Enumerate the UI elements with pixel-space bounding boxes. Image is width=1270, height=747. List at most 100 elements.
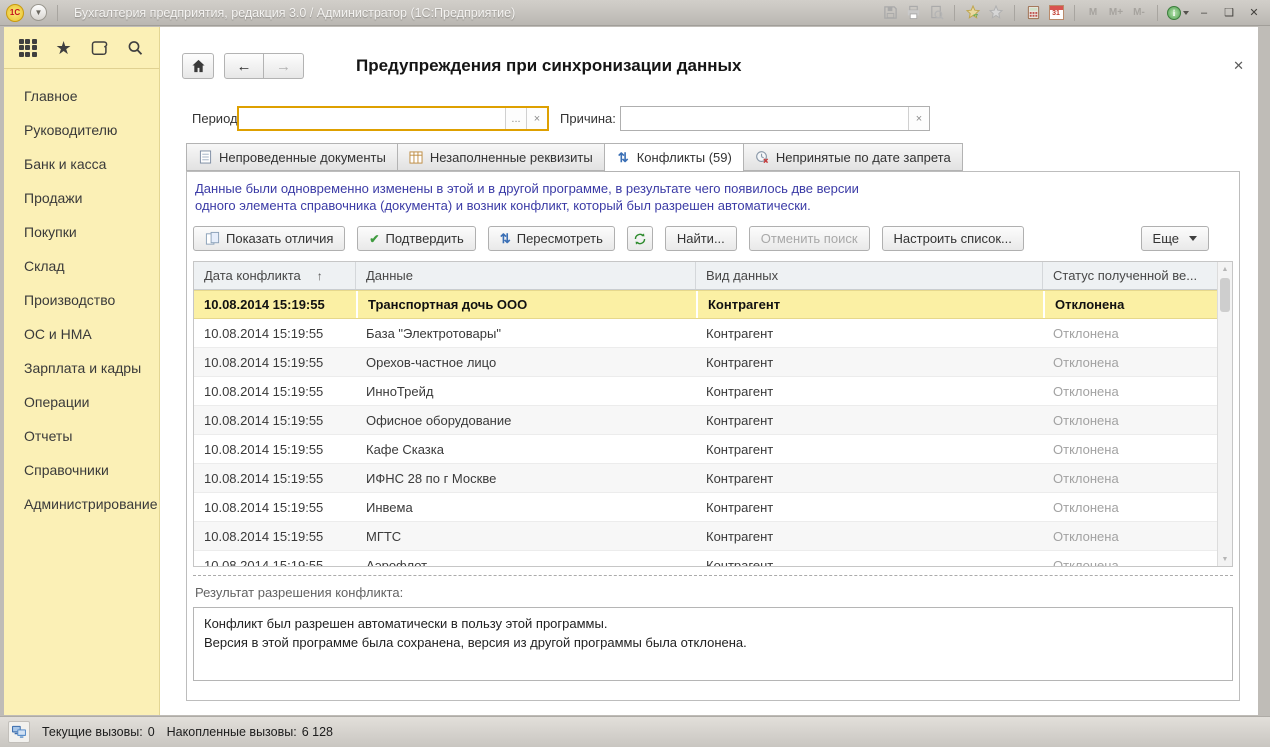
sort-ascending-icon: ↑ (317, 269, 323, 283)
tab-rejected-by-date[interactable]: Непринятые по дате запрета (744, 143, 963, 171)
maximize-button[interactable]: ❑ (1219, 4, 1239, 22)
refresh-button[interactable] (627, 226, 653, 251)
tab-conflicts[interactable]: ⇅ Конфликты (59) (604, 143, 744, 172)
main-menu-button[interactable]: ▼ (30, 4, 47, 21)
sidebar-item-2[interactable]: Банк и касса (4, 147, 159, 181)
button-label: Показать отличия (226, 231, 333, 246)
cell-status: Отклонена (1043, 435, 1217, 463)
1c-logo-icon[interactable]: 1С (6, 4, 24, 22)
cancel-search-button: Отменить поиск (749, 226, 870, 251)
print-preview-icon[interactable] (927, 4, 945, 22)
back-button[interactable]: ← (224, 53, 264, 79)
table-row[interactable]: 10.08.2014 15:19:55МГТСКонтрагентОтклоне… (194, 522, 1217, 551)
review-button[interactable]: ⇅ Пересмотреть (488, 226, 615, 251)
sidebar-item-0[interactable]: Главное (4, 79, 159, 113)
period-field: ... × (237, 106, 549, 131)
close-button[interactable]: ✕ (1244, 4, 1264, 22)
calendar-icon[interactable]: 31 (1047, 4, 1065, 22)
result-label: Результат разрешения конфликта: (193, 585, 1233, 600)
memory-minus-button[interactable]: M- (1130, 4, 1148, 22)
period-clear-icon[interactable]: × (526, 108, 547, 129)
splitter-handle[interactable] (193, 575, 1233, 576)
reason-input[interactable] (621, 107, 908, 130)
document-icon (198, 150, 213, 165)
close-form-icon[interactable]: ✕ (1233, 58, 1244, 74)
scrollbar-thumb[interactable] (1220, 278, 1230, 312)
calculator-icon[interactable] (1024, 4, 1042, 22)
home-button[interactable] (182, 53, 214, 79)
cell-status: Отклонена (1043, 406, 1217, 434)
forward-button[interactable]: → (264, 53, 304, 79)
cell-data: Транспортная дочь ООО (356, 291, 696, 318)
sidebar-item-12[interactable]: Администрирование (4, 487, 159, 521)
conflict-arrows-icon: ⇅ (500, 232, 511, 245)
server-calls-icon[interactable] (8, 721, 30, 743)
favorites-icon[interactable] (987, 4, 1005, 22)
table-row[interactable]: 10.08.2014 15:19:55База "Электротовары"К… (194, 319, 1217, 348)
cell-data: Орехов-частное лицо (356, 348, 696, 376)
menu-grid-icon[interactable] (16, 36, 40, 60)
sidebar-item-3[interactable]: Продажи (4, 181, 159, 215)
sidebar-item-1[interactable]: Руководителю (4, 113, 159, 147)
cell-date: 10.08.2014 15:19:55 (194, 464, 356, 492)
column-header-date[interactable]: Дата конфликта ↑ (194, 262, 356, 289)
column-header-status[interactable]: Статус полученной ве... (1043, 262, 1217, 289)
table-row[interactable]: 10.08.2014 15:19:55ИФНС 28 по г МосквеКо… (194, 464, 1217, 493)
sidebar-item-9[interactable]: Операции (4, 385, 159, 419)
more-button[interactable]: Еще (1141, 226, 1209, 251)
cell-date: 10.08.2014 15:19:55 (194, 291, 356, 318)
table-row[interactable]: 10.08.2014 15:19:55Транспортная дочь ООО… (194, 290, 1217, 319)
memory-plus-button[interactable]: M+ (1107, 4, 1125, 22)
find-button[interactable]: Найти... (665, 226, 737, 251)
table-row[interactable]: 10.08.2014 15:19:55Офисное оборудованиеК… (194, 406, 1217, 435)
reason-clear-icon[interactable]: × (908, 107, 929, 130)
sidebar-item-7[interactable]: ОС и НМА (4, 317, 159, 351)
show-differences-button[interactable]: Показать отличия (193, 226, 345, 251)
cell-data: МГТС (356, 522, 696, 550)
favorites-star-icon[interactable]: ★ (52, 36, 76, 60)
sidebar-item-5[interactable]: Склад (4, 249, 159, 283)
main-content: ← → Предупреждения при синхронизации дан… (160, 27, 1258, 715)
conflicts-panel: Данные были одновременно изменены в этой… (186, 171, 1240, 701)
minimize-button[interactable]: – (1194, 4, 1214, 22)
sidebar-item-10[interactable]: Отчеты (4, 419, 159, 453)
button-label: Еще (1153, 231, 1179, 246)
table-row[interactable]: 10.08.2014 15:19:55ИнвемаКонтрагентОткло… (194, 493, 1217, 522)
table-row[interactable]: 10.08.2014 15:19:55АэрофлотКонтрагентОтк… (194, 551, 1217, 567)
cell-date: 10.08.2014 15:19:55 (194, 319, 356, 347)
table-row[interactable]: 10.08.2014 15:19:55ИнноТрейдКонтрагентОт… (194, 377, 1217, 406)
cell-data: Аэрофлот (356, 551, 696, 567)
compare-pages-icon (205, 231, 220, 246)
result-text-box[interactable]: Конфликт был разрешен автоматически в по… (193, 607, 1233, 681)
cell-status: Отклонена (1043, 291, 1217, 318)
cell-kind: Контрагент (696, 291, 1043, 318)
print-icon[interactable] (904, 4, 922, 22)
tab-unposted-documents[interactable]: Непроведенные документы (186, 143, 397, 171)
period-label: Период: (192, 111, 241, 126)
tab-unfilled-attributes[interactable]: Незаполненные реквизиты (397, 143, 604, 171)
titlebar-separator (57, 5, 58, 21)
scroll-down-icon[interactable]: ▼ (1218, 552, 1232, 566)
memory-recall-button[interactable]: M (1084, 4, 1102, 22)
column-label: Статус полученной ве... (1053, 268, 1197, 283)
add-to-favorites-icon[interactable] (964, 4, 982, 22)
save-icon[interactable] (881, 4, 899, 22)
confirm-button[interactable]: ✔ Подтвердить (357, 226, 475, 251)
search-icon[interactable] (123, 36, 147, 60)
sidebar-item-11[interactable]: Справочники (4, 453, 159, 487)
scroll-up-icon[interactable]: ▲ (1218, 262, 1232, 276)
period-picker-button[interactable]: ... (505, 108, 526, 129)
history-icon[interactable] (87, 36, 111, 60)
sidebar-item-8[interactable]: Зарплата и кадры (4, 351, 159, 385)
table-row[interactable]: 10.08.2014 15:19:55Кафе СказкаКонтрагент… (194, 435, 1217, 464)
sidebar-item-6[interactable]: Производство (4, 283, 159, 317)
column-header-data[interactable]: Данные (356, 262, 696, 289)
period-input[interactable] (239, 108, 505, 129)
column-header-kind[interactable]: Вид данных (696, 262, 1043, 289)
sidebar-item-4[interactable]: Покупки (4, 215, 159, 249)
info-menu-button[interactable]: i (1167, 6, 1189, 20)
configure-list-button[interactable]: Настроить список... (882, 226, 1024, 251)
vertical-scrollbar[interactable]: ▲ ▼ (1217, 262, 1232, 566)
table-row[interactable]: 10.08.2014 15:19:55Орехов-частное лицоКо… (194, 348, 1217, 377)
cell-date: 10.08.2014 15:19:55 (194, 377, 356, 405)
